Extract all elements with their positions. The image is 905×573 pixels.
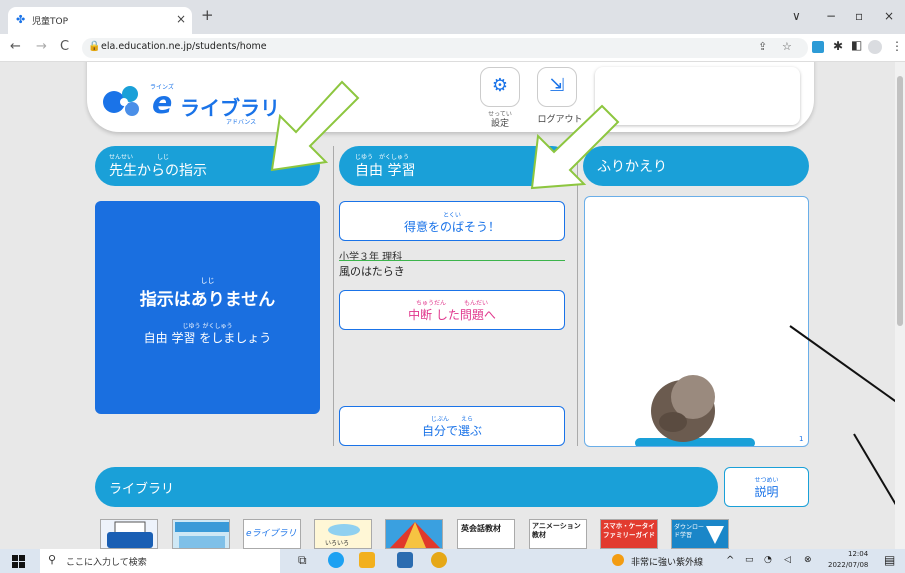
free-title: 自由 学習 <box>355 163 416 179</box>
free-study-prompt: 自由 学習 をしましょう <box>143 331 272 345</box>
unit-name: 風のはたらき <box>339 265 405 278</box>
url-text: ela.education.ne.jp/students/home <box>101 41 267 52</box>
windows-start-icon[interactable] <box>12 555 25 568</box>
os-taskbar: ⚲ ここに入力して検索 ⧉ 非常に強い紫外線 ^ ▭ ◔ ◁ ⊗ 12:04 2… <box>0 549 905 573</box>
minimize-button[interactable]: − <box>826 9 836 23</box>
library-item-animation[interactable]: アニメーション教材 <box>529 519 587 549</box>
bookmark-star-icon[interactable]: ☆ <box>782 40 792 53</box>
browser-tab-bar: ✤ 児童TOP × + ∨ − ▫ × <box>0 0 905 34</box>
battery-icon: ▭ <box>745 555 754 565</box>
forward-icon[interactable]: → <box>36 39 47 54</box>
tab-home[interactable]: ✤ 児童TOP × <box>8 7 192 34</box>
library-item-board[interactable] <box>172 519 230 549</box>
mascot-icon <box>635 375 755 446</box>
extension-icon[interactable] <box>812 41 824 53</box>
teacher-title: 先生からの指示 <box>109 163 207 179</box>
choose-yourself-button[interactable]: じぶん えら 自分で選ぶ <box>339 406 565 446</box>
subject-underline <box>339 260 565 261</box>
logout-icon: ⇲ <box>549 75 565 96</box>
library-item-download[interactable]: ダウンロード学習 <box>671 519 729 549</box>
logo-e: e <box>152 86 173 121</box>
search-icon: ⚲ <box>48 553 57 566</box>
tray-chevron-icon[interactable]: ^ <box>726 555 734 566</box>
side-panel-icon[interactable]: ◧ <box>851 38 862 52</box>
menu-kebab-icon[interactable]: ⋮ <box>891 39 903 53</box>
library-item-elibrary[interactable]: eライブラリ <box>243 519 301 549</box>
resume-button[interactable]: ちゅうだん もんだい 中断 した問題へ <box>339 290 565 330</box>
choose-label: 自分で選ぶ <box>421 424 482 438</box>
explain-label: 説明 <box>754 485 779 499</box>
explain-button[interactable]: せつめい 説明 <box>724 467 809 507</box>
library-item-iroiro[interactable]: いろいろ <box>314 519 372 549</box>
clock-date[interactable]: 2022/07/08 <box>828 561 868 569</box>
weather-icon[interactable] <box>612 554 624 566</box>
resume-label: 中断 した問題へ <box>408 308 496 322</box>
search-placeholder: ここに入力して検索 <box>66 558 147 568</box>
address-toolbar: ← → C 🔒 ela.education.ne.jp/students/hom… <box>0 34 905 62</box>
network-icon[interactable]: ◔ <box>764 555 772 565</box>
settings-label: 設定 <box>490 119 509 129</box>
annotation-arrow-icon <box>530 104 620 190</box>
gear-icon: ⚙ <box>491 75 509 96</box>
settings-button[interactable]: ⚙ <box>480 67 520 107</box>
library-title: ライブラリ <box>109 482 175 497</box>
no-instructions-panel: しじ 指示はありません じゆう がくしゅう 自由 学習 をしましょう <box>95 201 320 414</box>
taskbar-search-input[interactable]: ⚲ ここに入力して検索 <box>40 549 280 573</box>
close-window-button[interactable]: × <box>884 9 894 23</box>
weather-text[interactable]: 非常に強い紫外線 <box>631 555 703 568</box>
strength-label: 得意をのばそう！ <box>403 220 500 234</box>
back-icon[interactable]: ← <box>10 39 21 54</box>
no-instructions-text: 指示はありません <box>139 290 276 310</box>
lock-icon: 🔒 <box>88 41 101 52</box>
extensions-puzzle-icon[interactable]: ✱ <box>833 39 843 53</box>
logout-button[interactable]: ⇲ <box>537 67 577 107</box>
scrollbar-thumb[interactable] <box>897 76 903 326</box>
tab-close-icon[interactable]: × <box>176 12 186 26</box>
volume-icon[interactable]: ◁ <box>784 555 791 565</box>
app-favicon-icon: ✤ <box>16 13 26 26</box>
ime-icon[interactable]: ⊗ <box>804 555 812 565</box>
library-item-english[interactable]: 英会話教材 <box>457 519 515 549</box>
library-item-family-guide[interactable]: スマホ・ケータイ ファミリーガイド <box>600 519 658 549</box>
address-input[interactable]: 🔒 ela.education.ne.jp/students/home ⇪ ☆ <box>82 38 808 58</box>
logo-mark-icon <box>103 86 139 116</box>
annotation-arrow-icon <box>270 80 360 172</box>
share-icon[interactable]: ⇪ <box>758 40 767 53</box>
strength-button[interactable]: とくい 得意をのばそう！ <box>339 201 565 241</box>
mail-icon[interactable] <box>397 552 413 568</box>
library-header: ライブラリ <box>95 467 718 507</box>
chrome-icon[interactable] <box>431 552 447 568</box>
new-tab-button[interactable]: + <box>201 6 214 24</box>
library-item-circus[interactable] <box>385 519 443 549</box>
tab-title: 児童TOP <box>32 17 69 27</box>
edge-icon[interactable] <box>328 552 344 568</box>
divider-1 <box>333 146 334 446</box>
review-panel[interactable]: 1 <box>584 196 809 447</box>
file-explorer-icon[interactable] <box>359 552 375 568</box>
restore-button[interactable]: ▫ <box>855 9 863 23</box>
tab-search-icon[interactable]: ∨ <box>792 9 801 23</box>
page-viewport: ラインズ e ライブラリ アドバンス ⚙ せってい 設定 ⇲ ログアウト せんせ… <box>0 62 905 549</box>
annotation-line <box>789 325 905 521</box>
reload-icon[interactable]: C <box>60 39 69 54</box>
task-view-icon[interactable]: ⧉ <box>298 553 307 568</box>
profile-avatar-icon[interactable] <box>868 40 882 54</box>
library-item-printer[interactable] <box>100 519 158 549</box>
notification-icon[interactable]: ▤ <box>884 553 895 567</box>
clock-time[interactable]: 12:04 <box>848 550 868 558</box>
logo-subtitle: アドバンス <box>226 119 257 126</box>
